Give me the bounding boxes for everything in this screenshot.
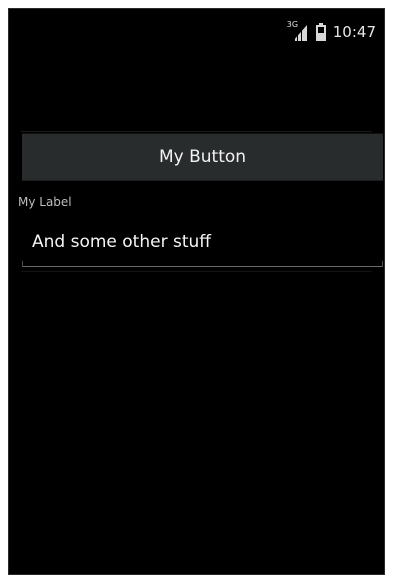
signal-icon: 3G xyxy=(286,20,309,41)
status-bar: 3G 10:47 xyxy=(9,9,384,55)
app-screen: 3G 10:47 My Button My Label And some oth… xyxy=(8,8,385,575)
status-time: 10:47 xyxy=(332,23,376,41)
phone-frame: 3G 10:47 My Button My Label And some oth… xyxy=(0,0,393,580)
bottom-divider xyxy=(21,271,372,272)
text-input-field[interactable]: And some other stuff xyxy=(22,221,383,263)
my-label: My Label xyxy=(18,195,72,209)
top-divider xyxy=(21,131,372,132)
my-button[interactable]: My Button xyxy=(22,133,383,181)
status-icons: 3G 10:47 xyxy=(287,21,376,43)
network-type-label: 3G xyxy=(286,20,299,29)
battery-icon xyxy=(315,23,327,41)
text-field-underline xyxy=(22,261,383,267)
